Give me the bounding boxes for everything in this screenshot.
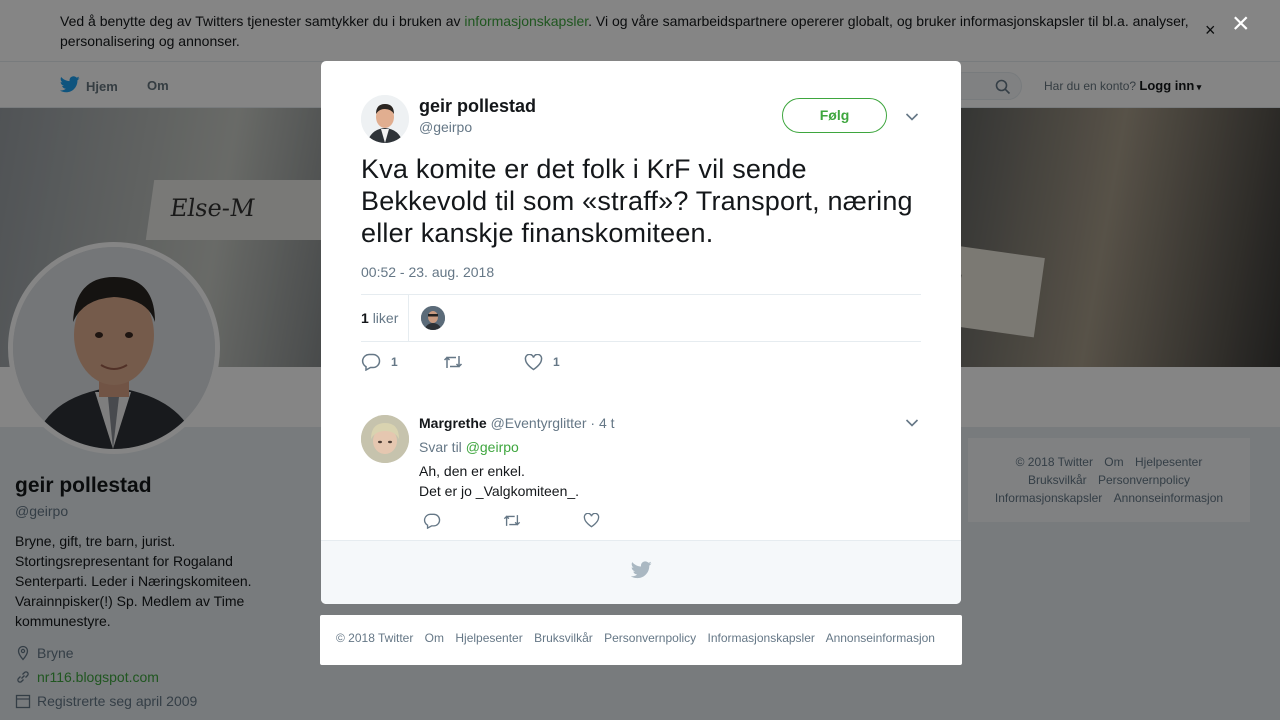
- tweet-text: Kva komite er det folk i KrF vil sende B…: [361, 154, 913, 248]
- reply-count: 1: [391, 355, 398, 369]
- reply-separator: ·: [590, 415, 596, 431]
- twitter-logo-icon: [631, 561, 652, 579]
- reply-text-line-2: Det er jo _Valgkomiteen_.: [419, 483, 580, 499]
- reply-chevron-down-icon[interactable]: [905, 415, 919, 433]
- reply-to-handle[interactable]: @geirpo: [466, 439, 519, 455]
- tweet-modal: geir pollestad @geirpo Følg Kva komite e…: [321, 61, 961, 604]
- tweet-author-avatar[interactable]: [361, 95, 409, 143]
- close-icon[interactable]: ×: [1232, 8, 1250, 40]
- reply-author-avatar[interactable]: [361, 415, 409, 463]
- likes-stat[interactable]: 1 liker: [361, 310, 398, 326]
- follow-button[interactable]: Følg: [782, 98, 887, 133]
- stats-divider: [408, 295, 409, 341]
- reply-retweet-icon[interactable]: [503, 513, 521, 528]
- tweet-stats: 1 liker: [361, 294, 921, 342]
- heart-icon: [524, 353, 543, 370]
- like-count: 1: [553, 355, 560, 369]
- liker-avatar[interactable]: [421, 306, 445, 330]
- bottom-footer-copyright: © 2018 Twitter: [336, 631, 414, 645]
- reply-author-name[interactable]: Margrethe: [419, 415, 487, 431]
- like-action[interactable]: 1: [524, 353, 560, 371]
- bottom-footer-about-link[interactable]: Om: [425, 631, 444, 645]
- modal-bottom-footer: © 2018 Twitter Om Hjelpesenter Bruksvilk…: [320, 615, 962, 665]
- bottom-footer-ads-link[interactable]: Annonseinformasjon: [826, 631, 935, 645]
- reply-author-handle[interactable]: @Eventyrglitter: [491, 415, 587, 431]
- bottom-footer-help-link[interactable]: Hjelpesenter: [455, 631, 522, 645]
- reply-text-line-1: Ah, den er enkel.: [419, 463, 525, 479]
- reply-time[interactable]: 4 t: [599, 415, 615, 431]
- reply-to-label: Svar til: [419, 439, 462, 455]
- likes-count: 1: [361, 310, 369, 326]
- bottom-footer-cookies-link[interactable]: Informasjonskapsler: [708, 631, 815, 645]
- reply-actions: [423, 513, 600, 529]
- tweet-timestamp[interactable]: 00:52 - 23. aug. 2018: [361, 264, 494, 280]
- retweet-icon: [443, 356, 463, 368]
- retweet-action[interactable]: [443, 354, 524, 370]
- bottom-footer-privacy-link[interactable]: Personvernpolicy: [604, 631, 696, 645]
- modal-footer: [321, 540, 961, 604]
- reply-heart-icon[interactable]: [583, 513, 600, 528]
- reply-header: Margrethe @Eventyrglitter · 4 t: [419, 415, 615, 431]
- reply-context: Svar til @geirpo: [419, 439, 519, 455]
- reply-text: Ah, den er enkel. Det er jo _Valgkomitee…: [419, 461, 579, 501]
- reply-action[interactable]: 1: [361, 353, 443, 371]
- bottom-footer-terms-link[interactable]: Bruksvilkår: [534, 631, 593, 645]
- likes-label: liker: [372, 310, 399, 326]
- chevron-down-icon[interactable]: [905, 109, 919, 127]
- tweet-author-handle[interactable]: @geirpo: [419, 119, 472, 135]
- tweet-author-name[interactable]: geir pollestad: [419, 96, 536, 117]
- tweet-actions: 1 1: [361, 353, 560, 371]
- reply-reply-icon[interactable]: [423, 513, 441, 529]
- reply-icon: [361, 353, 381, 371]
